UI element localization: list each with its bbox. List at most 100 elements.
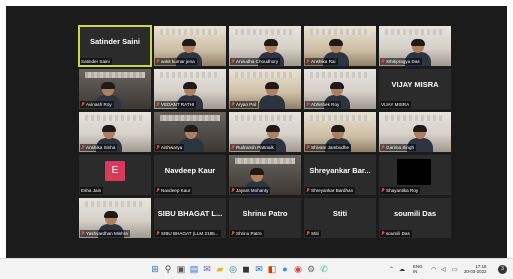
participant-tile[interactable]: Shayantika Roy	[379, 155, 451, 195]
office-icon[interactable]: ◧	[267, 264, 277, 274]
participant-name-text: Anirudha Choudhury	[236, 59, 279, 64]
participant-name-label: Anshika Sinha	[80, 144, 118, 151]
participant-name-text: Anshika Rai	[311, 59, 336, 64]
taskbar: ⌃ ☁ ENG IN ◠ ◁ ▭ 17:16 20-03-2022 3 ⊞ ⚲ ▣ ▤ ✉ ▰…	[0, 258, 513, 279]
participant-tile[interactable]: Yashvardhan Mishra	[79, 198, 151, 238]
language-indicator[interactable]: ENG IN	[413, 264, 423, 274]
settings-icon[interactable]: ⚙	[306, 264, 316, 274]
mic-muted-icon	[81, 231, 85, 236]
participant-tile[interactable]: Aryan Pal	[229, 69, 301, 109]
participant-tile[interactable]: Shreyankar Bar... Shreyankar Bardhan	[304, 155, 376, 195]
participant-tile[interactable]: E Esha Jain	[79, 155, 151, 195]
participant-name-text: Yashvardhan Mishra	[86, 231, 128, 236]
file-explorer-icon[interactable]: ▰	[215, 264, 225, 274]
participant-tile[interactable]: Stiti Stiti	[304, 198, 376, 238]
participant-name-text: Aryan Pal	[236, 102, 256, 107]
participant-name-text: VIJAY MISRA	[381, 102, 410, 107]
participant-name-label: Stiti	[305, 230, 321, 237]
participant-name-text: Rudransh Pattnaik	[236, 145, 274, 150]
background-banner	[160, 29, 220, 35]
mic-muted-icon	[156, 188, 160, 193]
participant-name-label: SIBU BHAGAT (LLM 2185...	[155, 230, 221, 237]
participant-tile[interactable]: Anirudha Choudhury	[229, 26, 301, 66]
participant-tile[interactable]: Sthitipragya Das	[379, 26, 451, 66]
participant-name-text: Shreyankar Bardhan	[311, 188, 354, 193]
participant-tile[interactable]: Anshika Rai	[304, 26, 376, 66]
mic-muted-icon	[306, 188, 310, 193]
background-banner	[160, 115, 220, 121]
battery-icon[interactable]: ▭	[452, 266, 458, 273]
participant-name-text: Shrinu Patro	[236, 231, 262, 236]
windows-icon[interactable]: ⊞	[150, 264, 160, 274]
wifi-icon[interactable]: ◠	[431, 266, 436, 273]
mic-muted-icon	[81, 145, 85, 150]
participant-tile[interactable]: Navdeep Kaur Navdeep Kaur	[154, 155, 226, 195]
participant-tile[interactable]: SIBU BHAGAT L... SIBU BHAGAT (LLM 2185...	[154, 198, 226, 238]
participant-name-text: Shayantika Roy	[386, 188, 419, 193]
participant-display-name: VIJAY MISRA	[391, 80, 439, 89]
participant-tile[interactable]: Jayant Mohanty	[229, 155, 301, 195]
chat-icon[interactable]: ✉	[202, 264, 212, 274]
participant-name-label: Shivam Jambudhe	[305, 144, 352, 151]
participant-tile[interactable]: Shrinu Patro Shrinu Patro	[229, 198, 301, 238]
participant-tile[interactable]: soumili Das soumili Das	[379, 198, 451, 238]
task-view-icon[interactable]: ▣	[176, 264, 186, 274]
background-banner	[235, 158, 295, 164]
participant-tile[interactable]: VIJAY MISRA VIJAY MISRA	[379, 69, 451, 109]
search-icon[interactable]: ⚲	[163, 264, 173, 274]
participant-name-label: Navdeep Kaur	[155, 187, 193, 194]
mic-muted-icon	[306, 59, 310, 64]
participant-display-name: Navdeep Kaur	[164, 166, 216, 175]
mic-muted-icon	[381, 231, 385, 236]
cloud-icon[interactable]: ☁	[399, 266, 405, 273]
participant-name-text: Shivam Jambudhe	[311, 145, 350, 150]
widgets-icon[interactable]: ▤	[189, 264, 199, 274]
participant-name-label: Aishwarya	[155, 144, 185, 151]
participant-name-text: Navdeep Kaur	[161, 188, 191, 193]
meeting-gallery: Satinder Saini Satinder Saini ankit kumar …	[6, 6, 507, 258]
participant-figure	[259, 82, 285, 109]
participant-tile[interactable]: Avinash Roy	[79, 69, 151, 109]
background-banner	[385, 115, 445, 121]
zoom-icon[interactable]: ●	[280, 264, 290, 274]
participant-tile[interactable]: Anshika Sinha	[79, 112, 151, 152]
participant-tile[interactable]: VEDANT RATHI	[154, 69, 226, 109]
participant-name-text: Jayant Mohanty	[236, 188, 269, 193]
participant-display-name: soumili Das	[393, 209, 437, 218]
participant-name-text: ankit kumar jena	[161, 59, 195, 64]
volume-icon[interactable]: ◁	[441, 266, 446, 273]
participant-name-text: soumili Das	[386, 231, 410, 236]
participant-name-text: Sthitipragya Das	[386, 59, 420, 64]
participant-tile[interactable]: Aishwarya	[154, 112, 226, 152]
participant-name-text: VEDANT RATHI	[161, 102, 195, 107]
store-icon[interactable]: ◼	[241, 264, 251, 274]
participant-name-label: ankit kumar jena	[155, 58, 197, 65]
participant-tile[interactable]: Rudransh Pattnaik	[229, 112, 301, 152]
background-banner	[235, 115, 295, 121]
background-banner	[85, 115, 145, 121]
participant-name-label: Sthitipragya Das	[380, 58, 422, 65]
mic-muted-icon	[381, 145, 385, 150]
participant-name-text: Anshika Sinha	[86, 145, 116, 150]
participant-tile[interactable]: Garima Singh	[379, 112, 451, 152]
participant-name-label: Anirudha Choudhury	[230, 58, 281, 65]
participant-tile[interactable]: Shivam Jambudhe	[304, 112, 376, 152]
participant-tile[interactable]: ankit kumar jena	[154, 26, 226, 66]
notification-badge[interactable]: 3	[498, 265, 507, 274]
background-banner	[310, 29, 370, 35]
clock[interactable]: 17:16 20-03-2022	[464, 264, 486, 274]
mic-muted-icon	[156, 231, 160, 236]
participant-name-label: VIJAY MISRA	[380, 101, 412, 108]
participant-name-label: Shrinu Patro	[230, 230, 264, 237]
participant-tile[interactable]: Satinder Saini Satinder Saini	[78, 25, 152, 67]
chevron-up-icon[interactable]: ⌃	[389, 266, 394, 273]
edge-icon[interactable]: ◎	[228, 264, 238, 274]
participant-name-text: Satinder Saini	[81, 59, 110, 64]
participant-name-text: Avinash Roy	[86, 102, 112, 107]
whatsapp-icon[interactable]: ✆	[319, 264, 329, 274]
participant-tile[interactable]: Abhishek Roy	[304, 69, 376, 109]
participant-name-label: Anshika Rai	[305, 58, 338, 65]
mail-icon[interactable]: ✉	[254, 264, 264, 274]
participant-name-text: SIBU BHAGAT (LLM 2185...	[161, 231, 219, 236]
chrome-icon[interactable]: ◉	[293, 264, 303, 274]
